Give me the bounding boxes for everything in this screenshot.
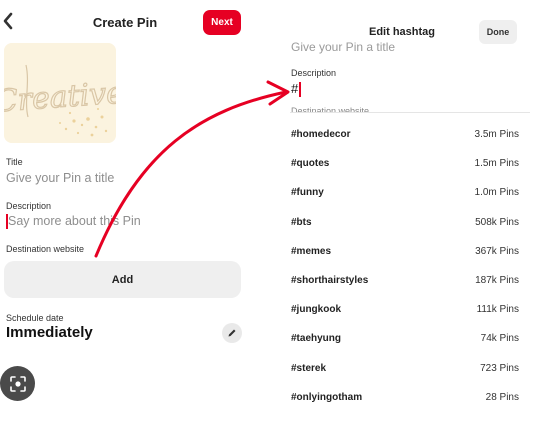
description-input[interactable]: Say more about this Pin <box>8 214 141 228</box>
hashtag-name: #funny <box>291 187 324 199</box>
destination-label: Destination website <box>6 244 85 254</box>
hashtag-count: 367k Pins <box>475 245 519 257</box>
hashtag-suggestion[interactable]: #taehyung 74k Pins <box>291 324 519 353</box>
hashtag-count: 187k Pins <box>475 275 519 287</box>
hashtag-count: 723 Pins <box>480 362 519 374</box>
hashtag-suggestion[interactable]: #sterek 723 Pins <box>291 354 519 383</box>
pin-image[interactable]: Creative <box>4 43 116 143</box>
next-button[interactable]: Next <box>203 10 241 35</box>
hashtag-count: 28 Pins <box>485 391 519 403</box>
hashtag-suggestion[interactable]: #memes 367k Pins <box>291 237 519 266</box>
hashtag-name: #quotes <box>291 158 330 170</box>
hashtag-count: 1.5m Pins <box>474 158 519 170</box>
hashtag-count: 508k Pins <box>475 216 519 228</box>
title-label: Title <box>6 157 23 167</box>
hashtag-name: #jungkook <box>291 304 342 316</box>
lens-icon[interactable] <box>0 366 35 401</box>
hashtag-suggestion[interactable]: #homedecor 3.5m Pins <box>291 120 519 149</box>
description-input[interactable]: # <box>291 81 298 96</box>
pencil-icon[interactable] <box>222 323 242 343</box>
create-pin-panel: Create Pin Next Creative Title Give your… <box>0 0 250 427</box>
hashtag-name: #taehyung <box>291 333 342 345</box>
done-button[interactable]: Done <box>479 20 517 44</box>
hashtag-name: #homedecor <box>291 129 351 141</box>
divider <box>290 112 530 113</box>
description-label: Description <box>6 201 52 211</box>
schedule-value: Immediately <box>6 324 93 341</box>
hashtag-suggestion[interactable]: #jungkook 111k Pins <box>291 295 519 324</box>
schedule-label: Schedule date <box>6 313 64 323</box>
hashtag-count: 74k Pins <box>480 333 519 345</box>
title-input[interactable]: Give your Pin a title <box>6 171 114 185</box>
hashtag-name: #onlyingotham <box>291 391 363 403</box>
hashtag-suggestions-list: #homedecor 3.5m Pins #quotes 1.5m Pins #fu… <box>291 120 519 412</box>
hashtag-name: #sterek <box>291 362 327 374</box>
add-destination-button[interactable]: Add <box>4 261 241 298</box>
hashtag-suggestion[interactable]: #bts 508k Pins <box>291 208 519 237</box>
hashtag-count: 111k Pins <box>476 304 519 316</box>
hashtag-name: #memes <box>291 245 332 257</box>
hashtag-name: #bts <box>291 216 312 228</box>
description-label: Description <box>291 68 337 78</box>
hashtag-suggestion[interactable]: #onlyingotham 28 Pins <box>291 383 519 412</box>
hashtag-suggestion[interactable]: #funny 1.0m Pins <box>291 178 519 207</box>
text-caret <box>299 82 301 97</box>
hashtag-count: 1.0m Pins <box>474 187 519 199</box>
hashtag-suggestion[interactable]: #quotes 1.5m Pins <box>291 149 519 178</box>
title-input-faded: Give your Pin a title <box>291 40 396 54</box>
hashtag-count: 3.5m Pins <box>474 129 519 141</box>
hashtag-name: #shorthairstyles <box>291 275 369 287</box>
hashtag-suggestion[interactable]: #shorthairstyles 187k Pins <box>291 266 519 295</box>
